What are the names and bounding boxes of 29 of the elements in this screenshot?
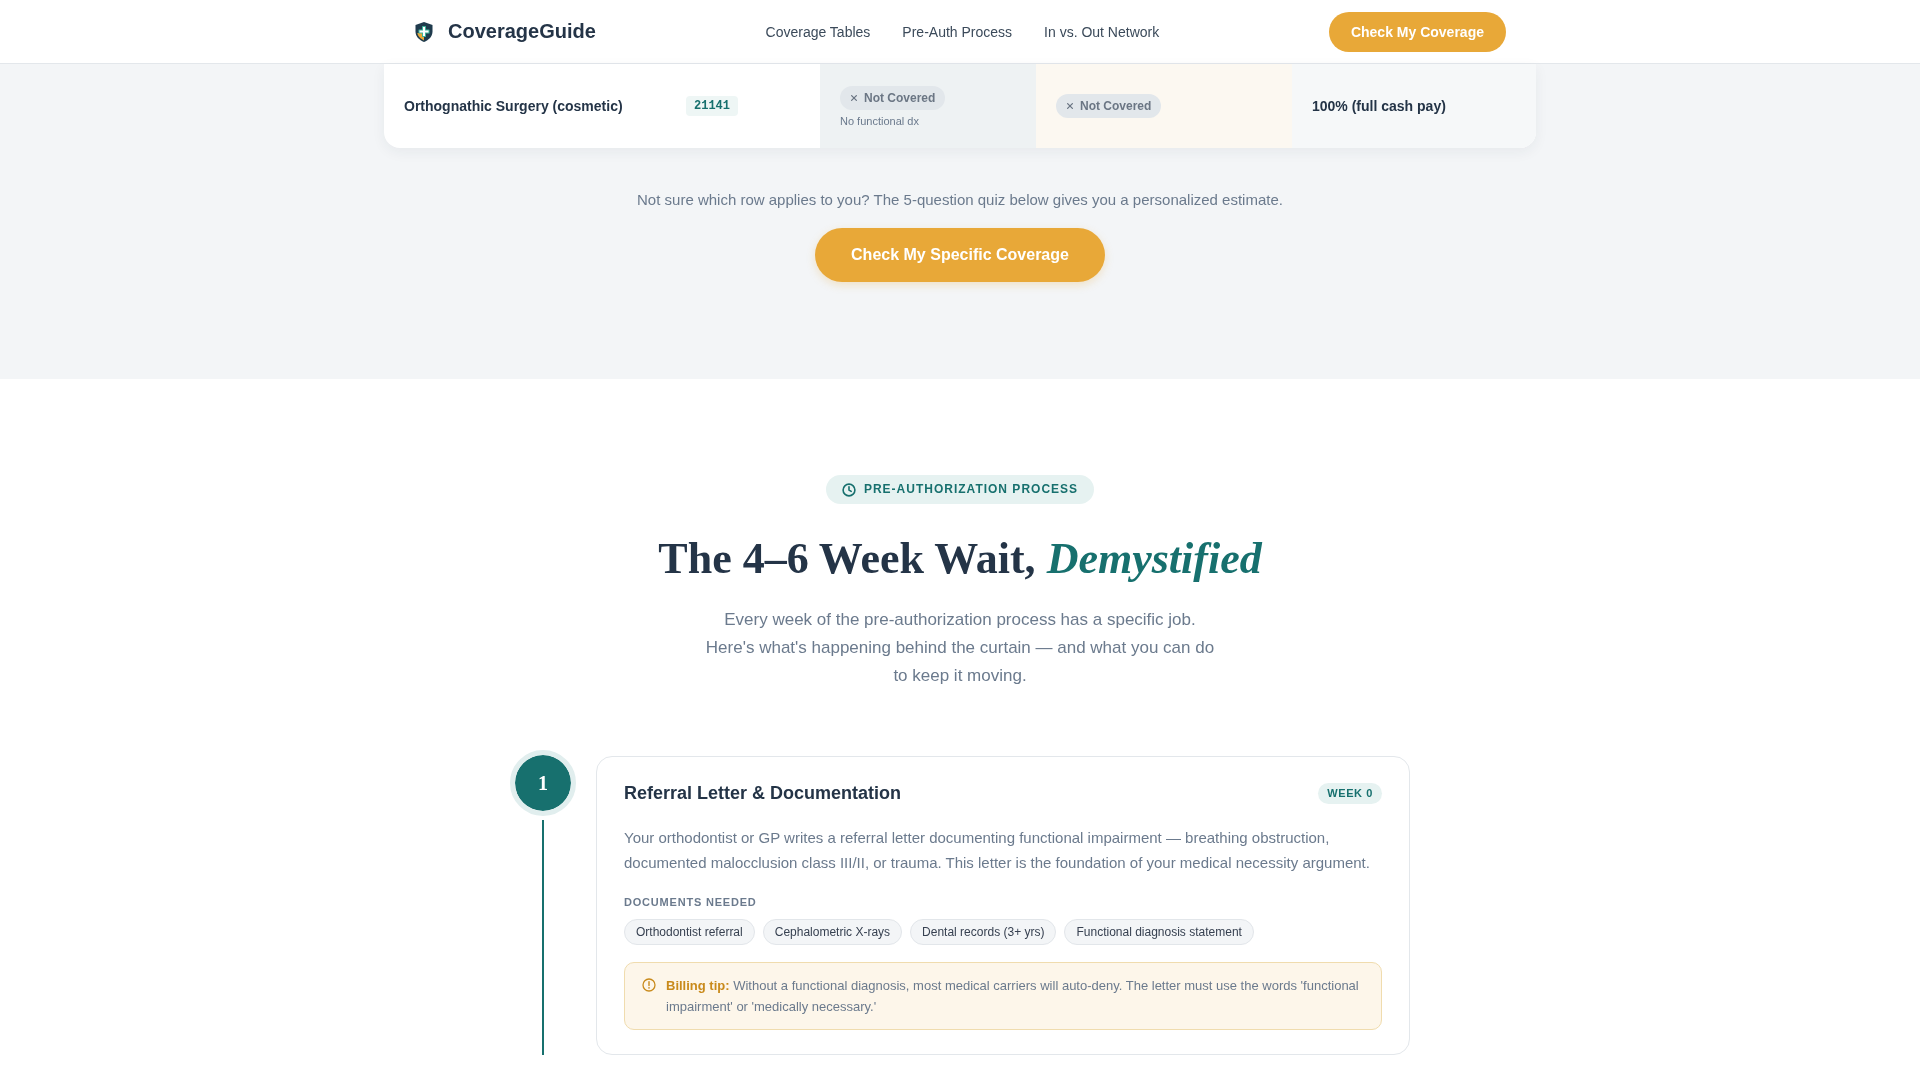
nav-link[interactable]: In vs. Out Network xyxy=(1044,23,1160,40)
documents-heading: DOCUMENTS NEEDED xyxy=(624,895,758,909)
logo-link[interactable]: CoverageGuide xyxy=(410,20,596,43)
document-tag: Cephalometric X-rays xyxy=(762,919,903,945)
nav-link[interactable]: Pre-Auth Process xyxy=(902,23,1013,40)
shield-cross-icon xyxy=(414,20,434,43)
code-chip: 21141 xyxy=(686,96,738,116)
section-title: The 4–6 Week Wait, Demystified xyxy=(658,533,1262,585)
alert-circle-icon xyxy=(642,978,656,992)
week-tag: WEEK 0 xyxy=(1318,783,1382,804)
document-tag: Dental records (3+ yrs) xyxy=(910,919,1057,945)
status-label: Not Covered xyxy=(864,90,936,105)
clock-icon xyxy=(841,482,856,497)
tip-text: Billing tip: Without a functional diagnosis, most medical carriers will auto-deny. The letter must use the words 'functional impairment' or 'medically necessary.' xyxy=(666,977,1360,1016)
table-cell: 100% (full cash pay) xyxy=(1292,64,1536,148)
eyebrow-label: PRE-AUTHORIZATION PROCESS xyxy=(863,482,1079,497)
status-label: Not Covered xyxy=(1080,99,1152,113)
x-icon xyxy=(1066,102,1074,110)
step-description: Your orthodontist or GP writes a referral letter documenting functional impairment — breathing obstruction, documented malocclusion class III/II, or trauma. This letter is the foundation of your medical necessity argument. xyxy=(624,828,1371,873)
document-tag: Orthodontist referral xyxy=(624,919,755,945)
status-note: No functional dx xyxy=(840,114,919,127)
document-tag: Functional diagnosis statement xyxy=(1064,919,1254,945)
step-title: Referral Letter & Documentation xyxy=(624,782,902,805)
section-subtitle: Every week of the pre-authorization process has a specific job. Here's what's happening behind the curtain — and what you can do to keep it moving. xyxy=(704,609,1216,687)
quiz-prompt-text: Not sure which row applies to you? The 5-question quiz below gives you a personalized estimate. xyxy=(637,190,1283,210)
step-number: 1 xyxy=(510,750,576,816)
x-icon xyxy=(850,93,858,102)
table-cell-text: Orthognathic Surgery (cosmetic) xyxy=(403,97,624,116)
nav-link[interactable]: Coverage Tables xyxy=(765,23,871,40)
